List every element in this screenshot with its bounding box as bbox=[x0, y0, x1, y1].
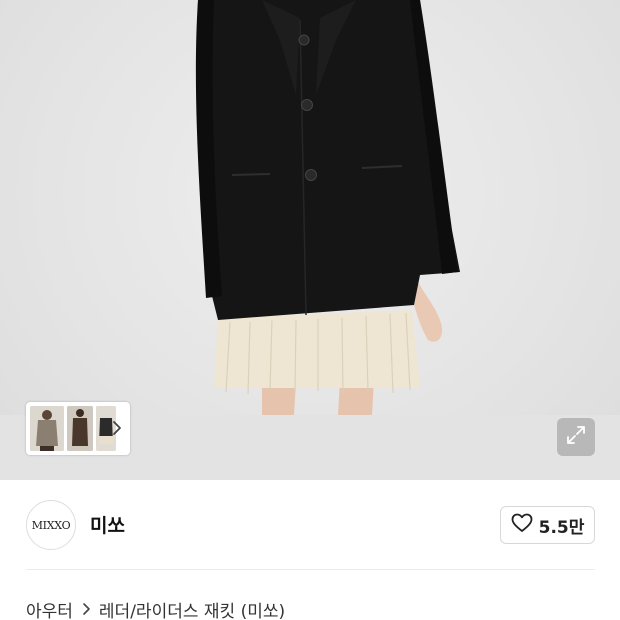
thumbnail-strip[interactable] bbox=[26, 402, 130, 455]
expand-image-button[interactable] bbox=[557, 418, 595, 456]
breadcrumb-subcategory[interactable]: 레더/라이더스 재킷 (미쏘) bbox=[99, 597, 285, 620]
heart-icon bbox=[511, 513, 533, 537]
brand-name[interactable]: 미쏘 bbox=[90, 511, 125, 538]
divider bbox=[26, 569, 595, 570]
like-button[interactable]: 5.5만 bbox=[500, 506, 595, 544]
breadcrumb: 아우터 레더/라이더스 재킷 (미쏘) bbox=[26, 597, 285, 620]
product-image[interactable] bbox=[0, 0, 620, 480]
chevron-right-icon[interactable] bbox=[110, 418, 124, 438]
chevron-right-icon bbox=[81, 601, 91, 617]
expand-icon bbox=[565, 424, 587, 450]
brand-row: MIXXO 미쏘 5.5만 bbox=[0, 480, 620, 570]
brand-logo-text: MIXXO bbox=[31, 518, 71, 532]
thumbnail-1[interactable] bbox=[30, 406, 64, 451]
like-count: 5.5만 bbox=[538, 517, 585, 538]
brand-logo[interactable]: MIXXO bbox=[26, 500, 76, 550]
thumbnail-2[interactable] bbox=[67, 406, 93, 451]
breadcrumb-category[interactable]: 아우터 bbox=[26, 597, 73, 620]
